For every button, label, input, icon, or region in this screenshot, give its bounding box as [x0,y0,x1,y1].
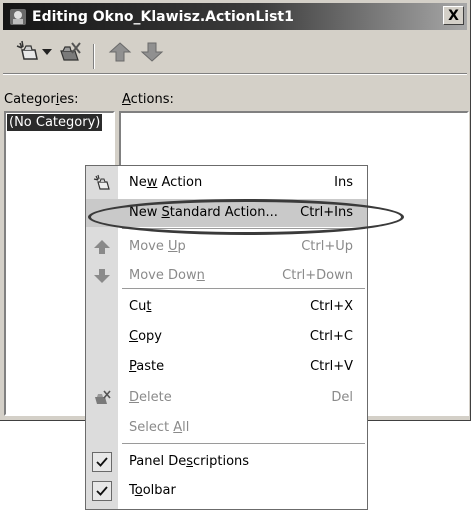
menu-separator [122,443,365,444]
menu-item-shortcut: Del [331,390,353,405]
move-down-icon[interactable] [140,39,164,65]
new-action-icon[interactable] [15,39,41,65]
delete-action-icon[interactable] [57,39,83,65]
actions-label: Actions: [122,92,174,107]
toolbar-separator [93,44,95,69]
menu-item[interactable]: Panel Descriptions [86,448,367,476]
menu-item[interactable]: Move Up Ctrl+Up [86,233,367,261]
toolbar [3,35,467,75]
app-icon [10,8,26,25]
menu-item-label: Move Up [129,239,186,254]
close-icon: X [448,7,459,24]
menu-item[interactable]: Cut Ctrl+X [86,293,367,321]
title-bar[interactable]: Editing Okno_Klawisz.ActionList1 X [3,3,467,30]
menu-item[interactable]: Delete Del [86,384,367,412]
toolbar-bottom-edge [3,73,467,75]
menu-item-shortcut: Ctrl+Ins [300,205,353,220]
menu-item-label: Delete [129,390,172,405]
menu-item-label: Toolbar [129,483,176,498]
new-action-icon [93,174,111,192]
menu-item-shortcut: Ctrl+X [310,299,353,314]
menu-item-shortcut: Ctrl+C [309,329,353,344]
menu-item[interactable]: New Standard Action... Ctrl+Ins [86,199,367,227]
category-item[interactable]: (No Category) [7,114,103,131]
menu-item[interactable]: New Action Ins [86,169,367,197]
move-down-icon [93,267,111,285]
menu-separator [122,288,365,289]
move-up-icon [93,238,111,256]
delete-action-icon [93,389,111,407]
menu-item-shortcut: Ctrl+V [310,359,353,374]
context-menu: New Action Ins New Standard Action... Ctrl+… [85,165,368,510]
menu-item-label: New Standard Action... [129,205,278,220]
window-title: Editing Okno_Klawisz.ActionList1 [32,8,294,25]
menu-item-shortcut: Ctrl+Up [301,239,353,254]
menu-item[interactable]: Copy Ctrl+C [86,323,367,351]
menu-item-shortcut: Ins [334,175,353,190]
menu-item-label: Panel Descriptions [129,454,250,469]
menu-item-label: New Action [129,175,203,190]
move-up-icon[interactable] [108,39,132,65]
dropdown-arrow-icon[interactable] [42,49,52,57]
menu-separator [122,228,365,229]
menu-item-label: Copy [129,329,162,344]
close-button[interactable]: X [443,6,464,25]
menu-item-label: Cut [129,299,152,314]
menu-item[interactable]: Select All [86,414,367,442]
check-icon [92,452,112,472]
menu-item[interactable]: Paste Ctrl+V [86,353,367,381]
menu-item[interactable]: Toolbar [86,477,367,505]
menu-item-label: Move Down [129,268,205,283]
check-icon [92,481,112,501]
menu-item-label: Paste [129,359,165,374]
menu-item[interactable]: Move Down Ctrl+Down [86,262,367,290]
menu-item-shortcut: Ctrl+Down [282,268,353,283]
categories-label: Categories: [4,92,79,107]
menu-item-label: Select All [129,420,190,435]
